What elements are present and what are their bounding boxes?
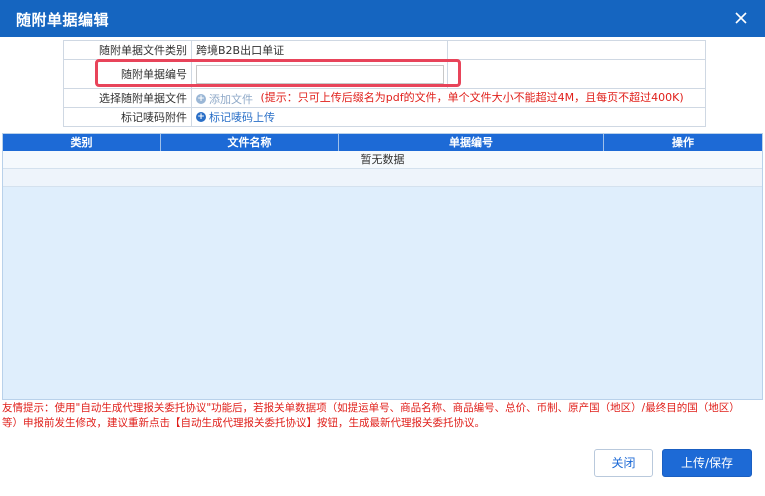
- grid-header: 类别 文件名称 单据编号 操作: [3, 134, 762, 151]
- file-category-label: 随附单据文件类别: [63, 40, 192, 60]
- form-row-doc-number: 随附单据编号: [63, 59, 706, 89]
- add-file-label: 添加文件: [209, 93, 253, 106]
- column-header-category[interactable]: 类别: [3, 134, 161, 151]
- mark-attachment-label: 标记唛码附件: [63, 107, 192, 127]
- tip-line-1: 友情提示：使用"自动生成代理报关委托协议"功能后，若报关单数据项（如提运单号、商…: [2, 402, 740, 414]
- form-row-file-category: 随附单据文件类别 跨境B2B出口单证: [63, 40, 706, 60]
- column-header-doc-number[interactable]: 单据编号: [339, 134, 604, 151]
- mark-upload-label: 标记唛码上传: [209, 111, 275, 124]
- file-category-spacer: [447, 40, 706, 60]
- form-row-mark-attachment: 标记唛码附件 + 标记唛码上传: [63, 107, 706, 127]
- empty-text: 暂无数据: [360, 153, 405, 166]
- upload-hint: (提示：只可上传后缀名为pdf的文件，单个文件大小不能超过4M，且每页不超过40…: [260, 91, 684, 104]
- column-header-file-name[interactable]: 文件名称: [161, 134, 339, 151]
- doc-number-input[interactable]: [196, 64, 444, 84]
- mark-attachment-cell: + 标记唛码上传: [191, 107, 706, 127]
- doc-number-cell: [191, 59, 448, 89]
- attachment-grid: 类别 文件名称 单据编号 操作 暂无数据: [2, 133, 763, 400]
- file-category-value: 跨境B2B出口单证: [191, 40, 448, 60]
- blank-row: [3, 169, 762, 187]
- mark-upload-button[interactable]: + 标记唛码上传: [196, 109, 275, 125]
- close-icon[interactable]: [733, 10, 749, 26]
- close-button[interactable]: 关闭: [594, 449, 653, 477]
- doc-number-label: 随附单据编号: [63, 59, 192, 89]
- dialog-title: 随附单据编辑: [16, 11, 110, 29]
- select-file-label: 选择随附单据文件: [63, 88, 192, 108]
- dialog-title-bar: 随附单据编辑: [0, 0, 765, 37]
- upload-save-button[interactable]: 上传/保存: [662, 449, 752, 477]
- column-header-actions[interactable]: 操作: [604, 134, 762, 151]
- empty-row: 暂无数据: [3, 151, 762, 169]
- attachment-form: 随附单据文件类别 跨境B2B出口单证 随附单据编号 选择随附单据文件 + 添加文…: [63, 40, 706, 127]
- tip-line-2: 等）申报前发生修改，建议重新点击【自动生成代理报关委托协议】按钮，生成最新代理报…: [2, 417, 485, 429]
- select-file-cell: + 添加文件 (提示：只可上传后缀名为pdf的文件，单个文件大小不能超过4M，且…: [191, 88, 706, 108]
- friendly-tip: 友情提示：使用"自动生成代理报关委托协议"功能后，若报关单数据项（如提运单号、商…: [0, 401, 765, 431]
- add-file-button[interactable]: + 添加文件: [196, 91, 253, 107]
- doc-number-spacer: [447, 59, 706, 89]
- plus-circle-icon: +: [196, 112, 206, 122]
- plus-circle-icon: +: [196, 94, 206, 104]
- form-row-select-file: 选择随附单据文件 + 添加文件 (提示：只可上传后缀名为pdf的文件，单个文件大…: [63, 88, 706, 108]
